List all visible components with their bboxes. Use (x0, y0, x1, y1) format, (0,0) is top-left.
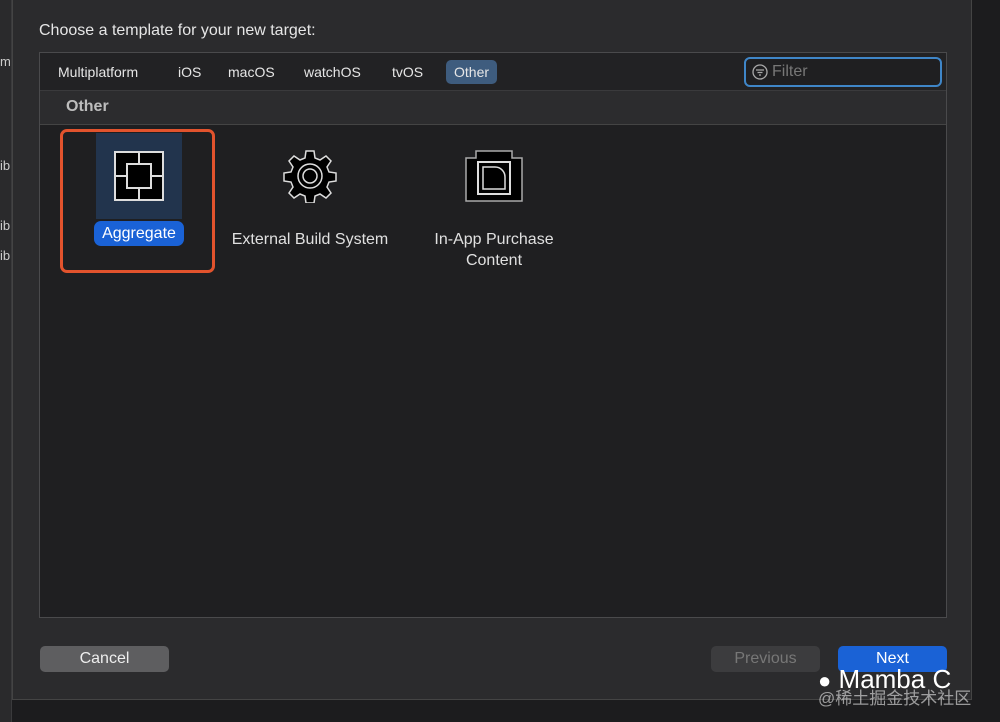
dialog-title: Choose a template for your new target: (39, 22, 316, 39)
template-panel: Multiplatform iOS macOS watchOS tvOS Oth… (39, 52, 947, 618)
tab-watchos[interactable]: watchOS (296, 60, 369, 84)
template-label: External Build System (231, 231, 389, 248)
background-window: m ib ib ib (0, 0, 12, 722)
background-text: m (0, 54, 11, 69)
background-text: ib (0, 248, 11, 263)
template-external-build-system[interactable]: External Build System (225, 133, 395, 250)
aggregate-icon (114, 151, 164, 201)
template-label: Aggregate (94, 221, 184, 246)
background-text: ib (0, 218, 11, 233)
template-label: In-App Purchase Content (434, 231, 554, 269)
tab-other[interactable]: Other (446, 60, 498, 84)
watermark-source: @稀土掘金技术社区 (818, 689, 972, 708)
platform-tabs: Multiplatform iOS macOS watchOS tvOS Oth… (40, 53, 946, 91)
in-app-purchase-icon (465, 150, 523, 202)
background-text: ib (0, 158, 11, 173)
filter-field[interactable] (744, 57, 942, 87)
template-dialog: Choose a template for your new target: M… (12, 0, 972, 700)
template-aggregate[interactable]: Aggregate (54, 133, 224, 246)
cancel-button[interactable]: Cancel (40, 646, 169, 672)
gear-icon (283, 150, 337, 203)
tab-multiplatform[interactable]: Multiplatform (50, 60, 146, 84)
filter-input[interactable] (772, 63, 922, 81)
tab-ios[interactable]: iOS (170, 60, 209, 84)
filter-icon (752, 64, 768, 80)
section-header: Other (40, 91, 946, 125)
previous-button[interactable]: Previous (711, 646, 820, 672)
tab-tvos[interactable]: tvOS (384, 60, 431, 84)
template-in-app-purchase-content[interactable]: In-App Purchase Content (409, 133, 579, 271)
tab-macos[interactable]: macOS (220, 60, 283, 84)
